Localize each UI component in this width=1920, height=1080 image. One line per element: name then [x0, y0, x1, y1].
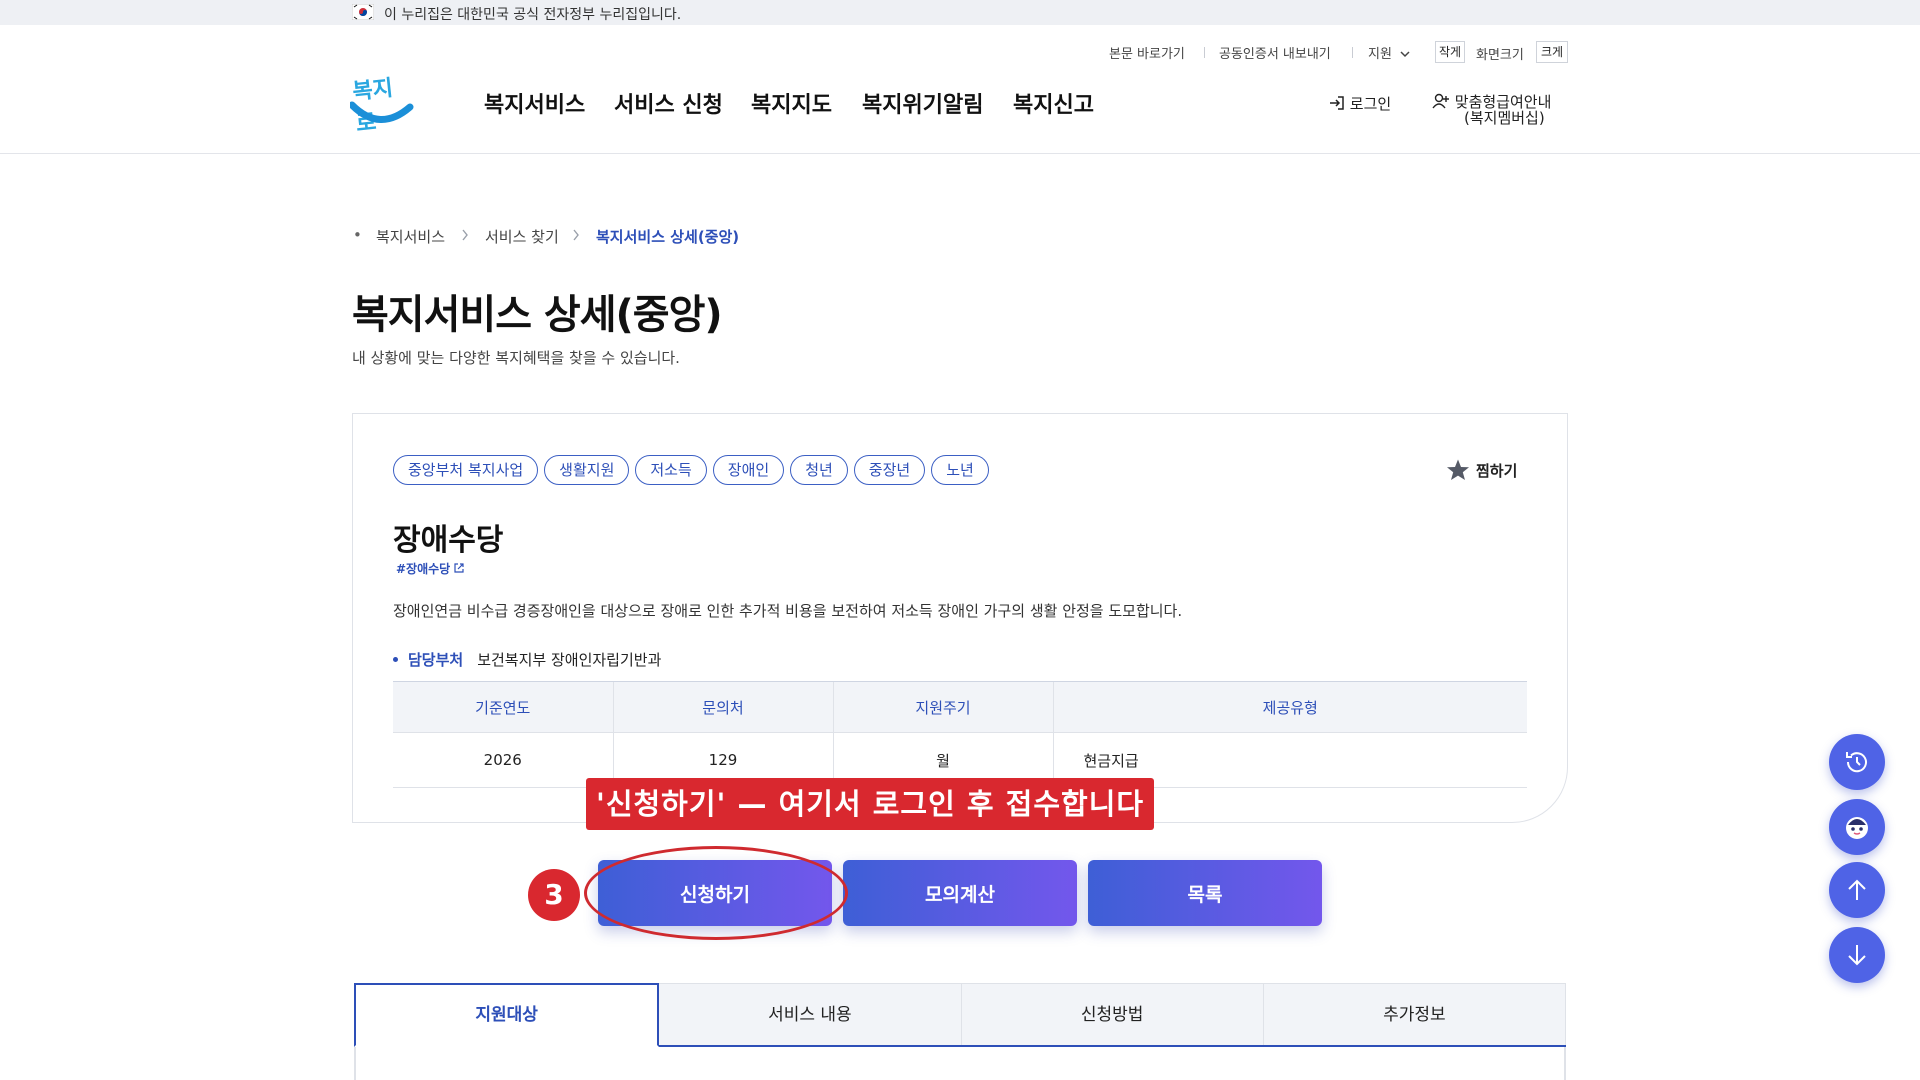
- membership-label-2: (복지멤버십): [1464, 109, 1545, 127]
- font-large-button[interactable]: 크게: [1536, 41, 1568, 63]
- tag-middle-aged[interactable]: 중장년: [853, 455, 926, 485]
- page-description: 내 상황에 맞는 다양한 복지혜택을 찾을 수 있습니다.: [352, 349, 680, 367]
- department-label: 담당부처: [408, 651, 464, 669]
- login-button[interactable]: 로그인: [1329, 93, 1391, 114]
- tab-service-content[interactable]: 서비스 내용: [659, 983, 962, 1045]
- annotation-callout: '신청하기' — 여기서 로그인 후 접수합니다: [586, 778, 1154, 830]
- korea-flag-icon: [352, 4, 374, 20]
- external-link-icon: [454, 563, 465, 573]
- service-hashtag-link[interactable]: #장애수당: [396, 560, 465, 577]
- chatbot-icon: [1846, 817, 1868, 839]
- table-header-row: 기준연도 문의처 지원주기 제공유형: [393, 681, 1527, 733]
- nav-welfare-report[interactable]: 복지신고: [1013, 87, 1094, 119]
- nav-welfare-map[interactable]: 복지지도: [751, 87, 832, 119]
- gov-banner: 이 누리집은 대한민국 공식 전자정부 누리집입니다.: [0, 0, 1920, 25]
- site-logo[interactable]: 복지로: [350, 69, 414, 137]
- login-label: 로그인: [1349, 95, 1392, 113]
- arrow-down-icon: [1848, 945, 1866, 966]
- scroll-top-button[interactable]: [1829, 862, 1885, 918]
- tag-central-ministry[interactable]: 중앙부처 복지사업: [393, 455, 539, 485]
- divider: [1352, 47, 1353, 58]
- simulate-button[interactable]: 모의계산: [843, 860, 1077, 926]
- nav-crisis-alert[interactable]: 복지위기알림: [862, 87, 983, 119]
- logo-smile-icon: [350, 101, 414, 123]
- breadcrumb-item[interactable]: 복지서비스: [376, 226, 445, 247]
- page-title: 복지서비스 상세(중앙): [352, 292, 723, 338]
- apply-button[interactable]: 신청하기: [598, 860, 832, 926]
- cert-export-link[interactable]: 공동인증서 내보내기: [1219, 43, 1331, 62]
- table-cell: 2026: [393, 732, 613, 788]
- tag-youth[interactable]: 청년: [790, 455, 848, 485]
- table-header: 문의처: [612, 681, 833, 733]
- table-header: 지원주기: [832, 681, 1053, 733]
- gov-banner-text: 이 누리집은 대한민국 공식 전자정부 누리집입니다.: [384, 7, 682, 23]
- nav-service-apply[interactable]: 서비스 신청: [614, 87, 723, 119]
- history-icon: [1846, 752, 1867, 773]
- skip-to-content-link[interactable]: 본문 바로가기: [1109, 43, 1185, 62]
- hashtag-label: #장애수당: [396, 562, 451, 576]
- service-info-table: 기준연도 문의처 지원주기 제공유형 2026 129 월 현금지급: [393, 681, 1527, 788]
- list-button[interactable]: 목록: [1088, 860, 1322, 926]
- service-tags: 중앙부처 복지사업 생활지원 저소득 장애인 청년 중장년 노년: [393, 455, 989, 485]
- recent-history-button[interactable]: [1829, 734, 1885, 790]
- tag-low-income[interactable]: 저소득: [635, 455, 707, 485]
- support-label: 지원: [1368, 47, 1392, 62]
- table-header: 제공유형: [1052, 681, 1527, 733]
- nav-welfare-service[interactable]: 복지서비스: [484, 87, 585, 119]
- tab-eligibility[interactable]: 지원대상: [354, 983, 660, 1047]
- chatbot-button[interactable]: [1829, 799, 1885, 855]
- arrow-up-icon: [1848, 879, 1866, 900]
- favorite-button[interactable]: 찜하기: [1446, 455, 1517, 485]
- chevron-right-icon: [573, 229, 579, 241]
- screen-size-label: 화면크기: [1476, 48, 1524, 63]
- breadcrumb-home-dot: •: [353, 226, 362, 244]
- tag-living-support[interactable]: 생활지원: [544, 455, 630, 485]
- tab-how-to-apply[interactable]: 신청방법: [961, 983, 1264, 1045]
- login-icon: [1330, 96, 1344, 110]
- divider: [1204, 47, 1205, 58]
- divider: [354, 1047, 356, 1080]
- service-name: 장애수당: [393, 523, 504, 558]
- department-value: 보건복지부 장애인자립기반과: [477, 651, 662, 669]
- star-icon: [1447, 459, 1469, 480]
- tag-elderly[interactable]: 노년: [931, 455, 989, 485]
- chevron-down-icon: [1400, 51, 1410, 58]
- site-header: 본문 바로가기 공동인증서 내보내기 지원 작게 화면크기 크게 복지로 복지서…: [0, 25, 1920, 154]
- breadcrumb-item[interactable]: 서비스 찾기: [485, 226, 559, 247]
- membership-button[interactable]: 맞춤형급여안내 (복지멤버십): [1432, 93, 1551, 126]
- tag-disabled[interactable]: 장애인: [712, 455, 785, 485]
- service-description: 장애인연금 비수급 경증장애인을 대상으로 장애로 인한 추가적 비용을 보전하…: [393, 602, 1183, 620]
- step-number-badge: 3: [528, 869, 580, 921]
- chevron-right-icon: [462, 229, 468, 241]
- favorite-label: 찜하기: [1476, 461, 1518, 480]
- breadcrumb-current: 복지서비스 상세(중앙): [596, 228, 740, 246]
- scroll-bottom-button[interactable]: [1829, 927, 1885, 983]
- detail-tabs: 지원대상 서비스 내용 신청방법 추가정보: [354, 983, 1566, 1047]
- bullet-icon: [393, 657, 398, 662]
- support-menu[interactable]: 지원: [1368, 43, 1410, 62]
- department-row: 담당부처 보건복지부 장애인자립기반과: [393, 649, 661, 670]
- tab-additional-info[interactable]: 추가정보: [1263, 983, 1566, 1045]
- font-small-button[interactable]: 작게: [1435, 41, 1465, 63]
- user-plus-icon: [1432, 93, 1449, 109]
- divider: [1564, 1047, 1566, 1080]
- table-header: 기준연도: [393, 681, 613, 733]
